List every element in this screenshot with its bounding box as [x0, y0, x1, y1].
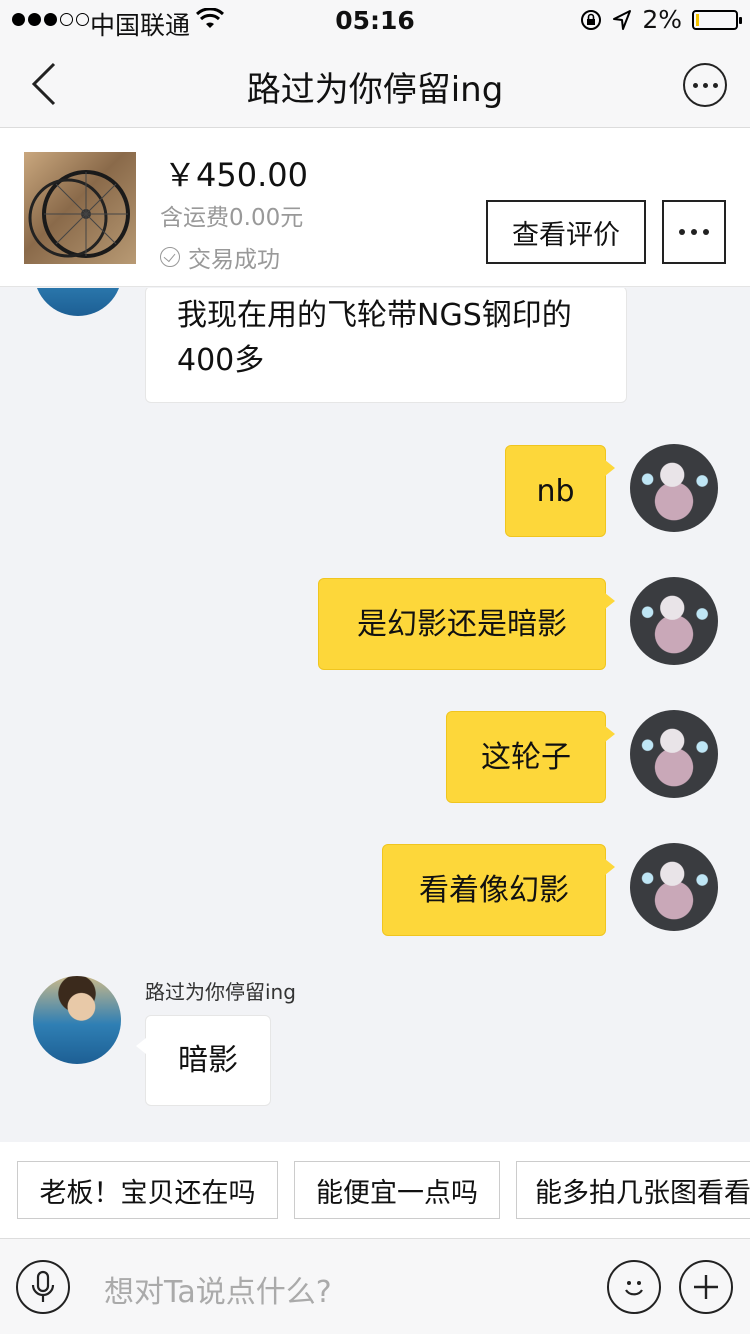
my-avatar[interactable] — [630, 710, 718, 798]
chat-area[interactable]: 我现在用的飞轮带NGS钢印的400多 nb 是幻影还是暗影 这轮子 看着像幻影 … — [0, 288, 750, 1142]
message-bubble-sent[interactable]: 看着像幻影 — [382, 844, 615, 936]
status-bar: 中国联通 05:16 2% — [0, 0, 750, 40]
contact-avatar[interactable] — [33, 976, 121, 1064]
view-review-button[interactable]: 查看评价 — [486, 200, 646, 264]
check-circle-icon — [160, 247, 180, 267]
contact-avatar[interactable] — [34, 288, 122, 316]
quick-reply-chip[interactable]: 能多拍几张图看看 — [516, 1161, 750, 1219]
more-dots-icon — [679, 229, 685, 235]
quick-reply-bar: 老板！宝贝还在吗 能便宜一点吗 能多拍几张图看看 — [0, 1142, 750, 1238]
message-bubble-sent[interactable]: 是幻影还是暗影 — [318, 578, 615, 670]
more-options-button[interactable] — [683, 63, 727, 107]
emoji-button[interactable] — [607, 1260, 661, 1314]
battery-icon — [692, 9, 742, 30]
sender-name: 路过为你停留ing — [145, 980, 296, 1004]
microphone-icon — [31, 1270, 55, 1302]
message-bubble-received[interactable]: 暗影 — [136, 1015, 271, 1106]
message-bubble-sent[interactable]: 这轮子 — [446, 711, 615, 803]
quick-reply-chip[interactable]: 能便宜一点吗 — [294, 1161, 500, 1219]
location-icon — [613, 9, 632, 30]
plus-icon — [694, 1275, 718, 1299]
trade-status-label: 交易成功 — [188, 247, 280, 273]
shipping-fee: 含运费0.00元 — [160, 205, 304, 231]
product-more-button[interactable] — [662, 200, 726, 264]
message-input-bar: 想对Ta说点什么? — [0, 1238, 750, 1334]
message-bubble-sent[interactable]: nb — [505, 445, 615, 537]
voice-input-button[interactable] — [16, 1260, 70, 1314]
add-attachment-button[interactable] — [679, 1260, 733, 1314]
battery-percent: 2% — [642, 5, 682, 34]
trade-status: 交易成功 — [160, 240, 280, 274]
top-bar: 中国联通 05:16 2% 路过为你停留ing — [0, 0, 750, 128]
bicycle-wheels-image — [28, 170, 130, 258]
product-price: ￥450.00 — [164, 156, 308, 194]
rotation-lock-icon — [581, 9, 602, 30]
page-title: 路过为你停留ing — [246, 70, 504, 110]
product-thumbnail[interactable] — [24, 152, 136, 264]
quick-reply-chip[interactable]: 老板！宝贝还在吗 — [17, 1161, 278, 1219]
product-card[interactable]: ￥450.00 含运费0.00元 交易成功 查看评价 — [0, 128, 750, 287]
message-bubble-received[interactable]: 我现在用的飞轮带NGS钢印的400多 — [145, 288, 627, 403]
my-avatar[interactable] — [630, 843, 718, 931]
smiley-icon — [625, 1281, 643, 1296]
more-dots-icon — [692, 82, 698, 88]
my-avatar[interactable] — [630, 444, 718, 532]
message-input[interactable]: 想对Ta说点什么? — [104, 1267, 332, 1311]
my-avatar[interactable] — [630, 577, 718, 665]
